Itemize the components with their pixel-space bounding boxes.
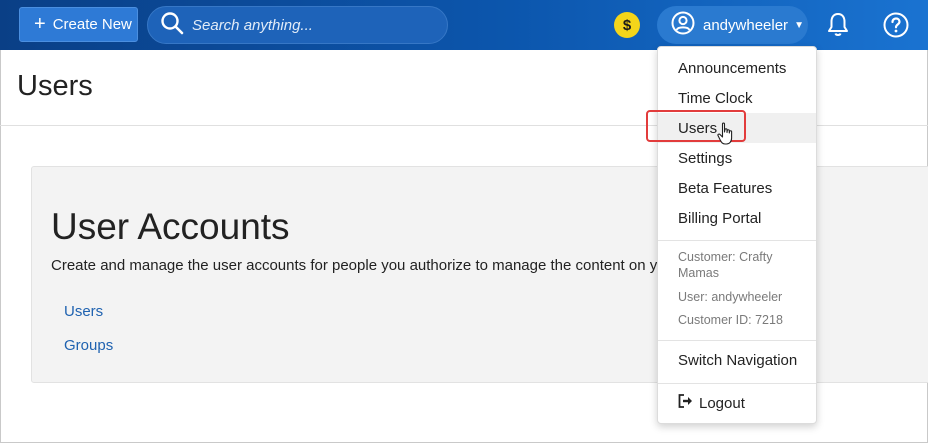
panel-title: User Accounts xyxy=(51,206,290,247)
plus-icon: + xyxy=(34,12,46,35)
menu-item-settings[interactable]: Settings xyxy=(658,143,816,173)
menu-item-time-clock[interactable]: Time Clock xyxy=(658,83,816,113)
customer-name-info: Customer: Crafty Mamas xyxy=(678,250,773,280)
search-input[interactable] xyxy=(192,16,432,34)
menu-divider xyxy=(658,340,816,341)
panel-description: Create and manage the user accounts for … xyxy=(51,257,706,274)
logout-icon xyxy=(678,394,693,412)
hand-pointer-cursor-icon xyxy=(717,122,735,151)
help-icon[interactable] xyxy=(883,12,909,43)
credits-coin-icon[interactable]: $ xyxy=(614,12,640,38)
customer-id-info: Customer ID: 7218 xyxy=(678,313,783,327)
create-new-button[interactable]: + Create New xyxy=(19,7,138,42)
user-menu-button[interactable]: andywheeler ▼ xyxy=(657,6,808,44)
page-title: Users xyxy=(17,70,93,102)
search-icon xyxy=(160,11,184,40)
menu-item-announcements[interactable]: Announcements xyxy=(658,53,816,83)
menu-item-billing-portal[interactable]: Billing Portal xyxy=(658,203,816,233)
user-dropdown-menu: Announcements Time Clock Users Settings … xyxy=(657,46,817,424)
top-navigation-bar: + Create New $ andywheeler ▼ xyxy=(0,0,928,50)
user-avatar-icon xyxy=(671,11,695,39)
notifications-bell-icon[interactable] xyxy=(826,12,850,43)
coin-symbol: $ xyxy=(622,16,632,34)
logout-label: Logout xyxy=(699,394,745,412)
username-label: andywheeler xyxy=(703,16,789,34)
user-info: User: andywheeler xyxy=(678,290,783,304)
chevron-down-icon: ▼ xyxy=(794,19,804,31)
search-box[interactable] xyxy=(147,6,448,44)
menu-item-logout[interactable]: Logout xyxy=(658,388,816,418)
menu-divider xyxy=(658,240,816,241)
create-new-label: Create New xyxy=(52,16,132,33)
menu-item-switch-navigation[interactable]: Switch Navigation xyxy=(658,345,816,375)
menu-divider xyxy=(658,383,816,384)
menu-item-beta-features[interactable]: Beta Features xyxy=(658,173,816,203)
groups-link[interactable]: Groups xyxy=(64,337,113,354)
users-link[interactable]: Users xyxy=(64,303,103,320)
